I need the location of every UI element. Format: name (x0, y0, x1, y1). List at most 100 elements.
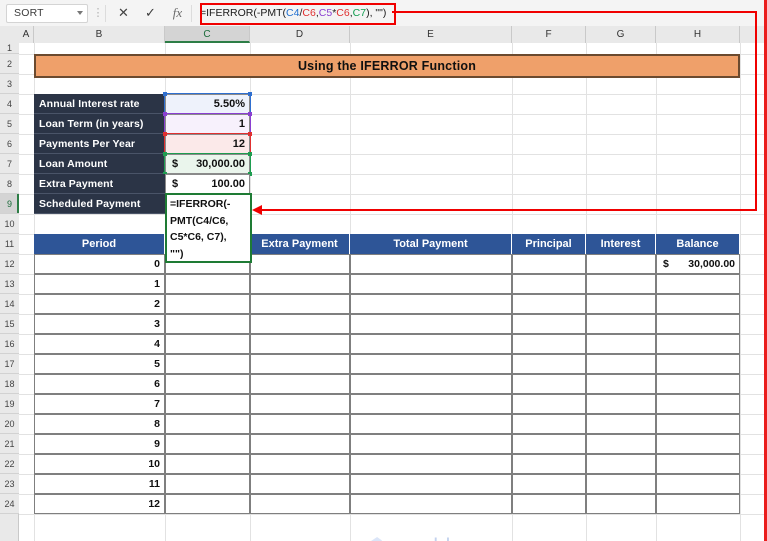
table-cell[interactable] (586, 314, 656, 334)
table-cell[interactable] (165, 394, 250, 414)
table-cell[interactable] (656, 354, 740, 374)
table-cell[interactable] (656, 434, 740, 454)
table-cell[interactable]: 7 (34, 394, 165, 414)
column-header-c[interactable]: C (165, 26, 250, 43)
table-cell[interactable] (512, 394, 586, 414)
table-cell[interactable] (656, 414, 740, 434)
table-cell[interactable] (250, 414, 350, 434)
row-header-24[interactable]: 24 (0, 494, 19, 514)
table-cell[interactable] (586, 414, 656, 434)
table-cell[interactable] (512, 334, 586, 354)
table-cell[interactable]: 8 (34, 414, 165, 434)
table-cell[interactable] (512, 374, 586, 394)
table-cell[interactable] (350, 434, 512, 454)
row-header-13[interactable]: 13 (0, 274, 19, 294)
table-cell[interactable] (165, 294, 250, 314)
table-cell[interactable] (250, 314, 350, 334)
row-header-17[interactable]: 17 (0, 354, 19, 374)
table-cell[interactable] (250, 274, 350, 294)
table-cell[interactable] (512, 434, 586, 454)
table-cell[interactable] (165, 434, 250, 454)
table-cell[interactable] (586, 374, 656, 394)
table-cell[interactable] (165, 414, 250, 434)
table-cell[interactable]: 1 (34, 274, 165, 294)
table-cell[interactable] (586, 254, 656, 274)
table-cell[interactable] (350, 494, 512, 514)
row-header-23[interactable]: 23 (0, 474, 19, 494)
table-cell[interactable] (512, 294, 586, 314)
row-header-22[interactable]: 22 (0, 454, 19, 474)
table-cell[interactable]: $30,000.00 (656, 254, 740, 274)
table-cell[interactable] (512, 274, 586, 294)
table-cell[interactable] (512, 254, 586, 274)
table-cell[interactable] (512, 494, 586, 514)
table-cell[interactable] (586, 474, 656, 494)
table-cell[interactable] (656, 274, 740, 294)
table-cell[interactable] (350, 294, 512, 314)
table-cell[interactable]: 3 (34, 314, 165, 334)
table-cell[interactable] (250, 454, 350, 474)
table-cell[interactable] (250, 254, 350, 274)
insert-function-icon[interactable]: fx (164, 3, 191, 24)
table-cell[interactable] (250, 474, 350, 494)
table-cell[interactable] (165, 274, 250, 294)
table-cell[interactable] (586, 494, 656, 514)
row-header-2[interactable]: 2 (0, 54, 19, 74)
table-cell[interactable]: 6 (34, 374, 165, 394)
cancel-icon[interactable]: ✕ (110, 3, 137, 24)
row-header-20[interactable]: 20 (0, 414, 19, 434)
table-cell[interactable] (165, 374, 250, 394)
table-cell[interactable] (512, 314, 586, 334)
row-header-15[interactable]: 15 (0, 314, 19, 334)
table-cell[interactable] (656, 474, 740, 494)
row-header-5[interactable]: 5 (0, 114, 19, 134)
column-header-f[interactable]: F (512, 26, 586, 43)
column-header-b[interactable]: B (34, 26, 165, 43)
column-header-e[interactable]: E (350, 26, 512, 43)
row-header-18[interactable]: 18 (0, 374, 19, 394)
row-header-1[interactable]: 1 (0, 43, 19, 54)
row-header-12[interactable]: 12 (0, 254, 19, 274)
table-cell[interactable] (250, 354, 350, 374)
input-value-4[interactable]: $100.00 (165, 174, 250, 194)
cell-editor-c9[interactable]: =IFERROR(- PMT(C4/C6, C5*C6, C7), "") (165, 193, 252, 263)
table-cell[interactable] (165, 314, 250, 334)
table-cell[interactable] (350, 274, 512, 294)
row-header-21[interactable]: 21 (0, 434, 19, 454)
table-cell[interactable] (250, 434, 350, 454)
table-cell[interactable]: 12 (34, 494, 165, 514)
table-cell[interactable] (350, 354, 512, 374)
row-header-10[interactable]: 10 (0, 214, 19, 234)
table-cell[interactable] (656, 374, 740, 394)
table-cell[interactable] (350, 374, 512, 394)
table-cell[interactable] (350, 394, 512, 414)
row-header-4[interactable]: 4 (0, 94, 19, 114)
table-cell[interactable]: 5 (34, 354, 165, 374)
row-header-11[interactable]: 11 (0, 234, 19, 254)
table-cell[interactable] (250, 334, 350, 354)
table-cell[interactable]: 4 (34, 334, 165, 354)
table-cell[interactable] (165, 334, 250, 354)
table-cell[interactable] (512, 354, 586, 374)
row-header-3[interactable]: 3 (0, 74, 19, 94)
column-header-d[interactable]: D (250, 26, 350, 43)
table-cell[interactable] (586, 294, 656, 314)
row-header-19[interactable]: 19 (0, 394, 19, 414)
table-cell[interactable] (350, 334, 512, 354)
table-cell[interactable] (512, 454, 586, 474)
table-cell[interactable]: 2 (34, 294, 165, 314)
input-value-3[interactable]: $30,000.00 (165, 154, 250, 174)
enter-icon[interactable]: ✓ (137, 3, 164, 24)
row-header-16[interactable]: 16 (0, 334, 19, 354)
table-cell[interactable] (586, 274, 656, 294)
table-cell[interactable] (250, 294, 350, 314)
more-options-icon[interactable]: ⋮ (91, 7, 105, 19)
formula-input[interactable]: =IFERROR(-PMT(C4/C6, C5 * C6, C7), "") (200, 3, 767, 23)
row-header-8[interactable]: 8 (0, 174, 19, 194)
table-header-0[interactable]: Period (34, 234, 165, 254)
row-header-7[interactable]: 7 (0, 154, 19, 174)
table-cell[interactable] (165, 494, 250, 514)
table-cell[interactable] (656, 394, 740, 414)
table-header-4[interactable]: Principal (512, 234, 586, 254)
table-cell[interactable] (656, 314, 740, 334)
